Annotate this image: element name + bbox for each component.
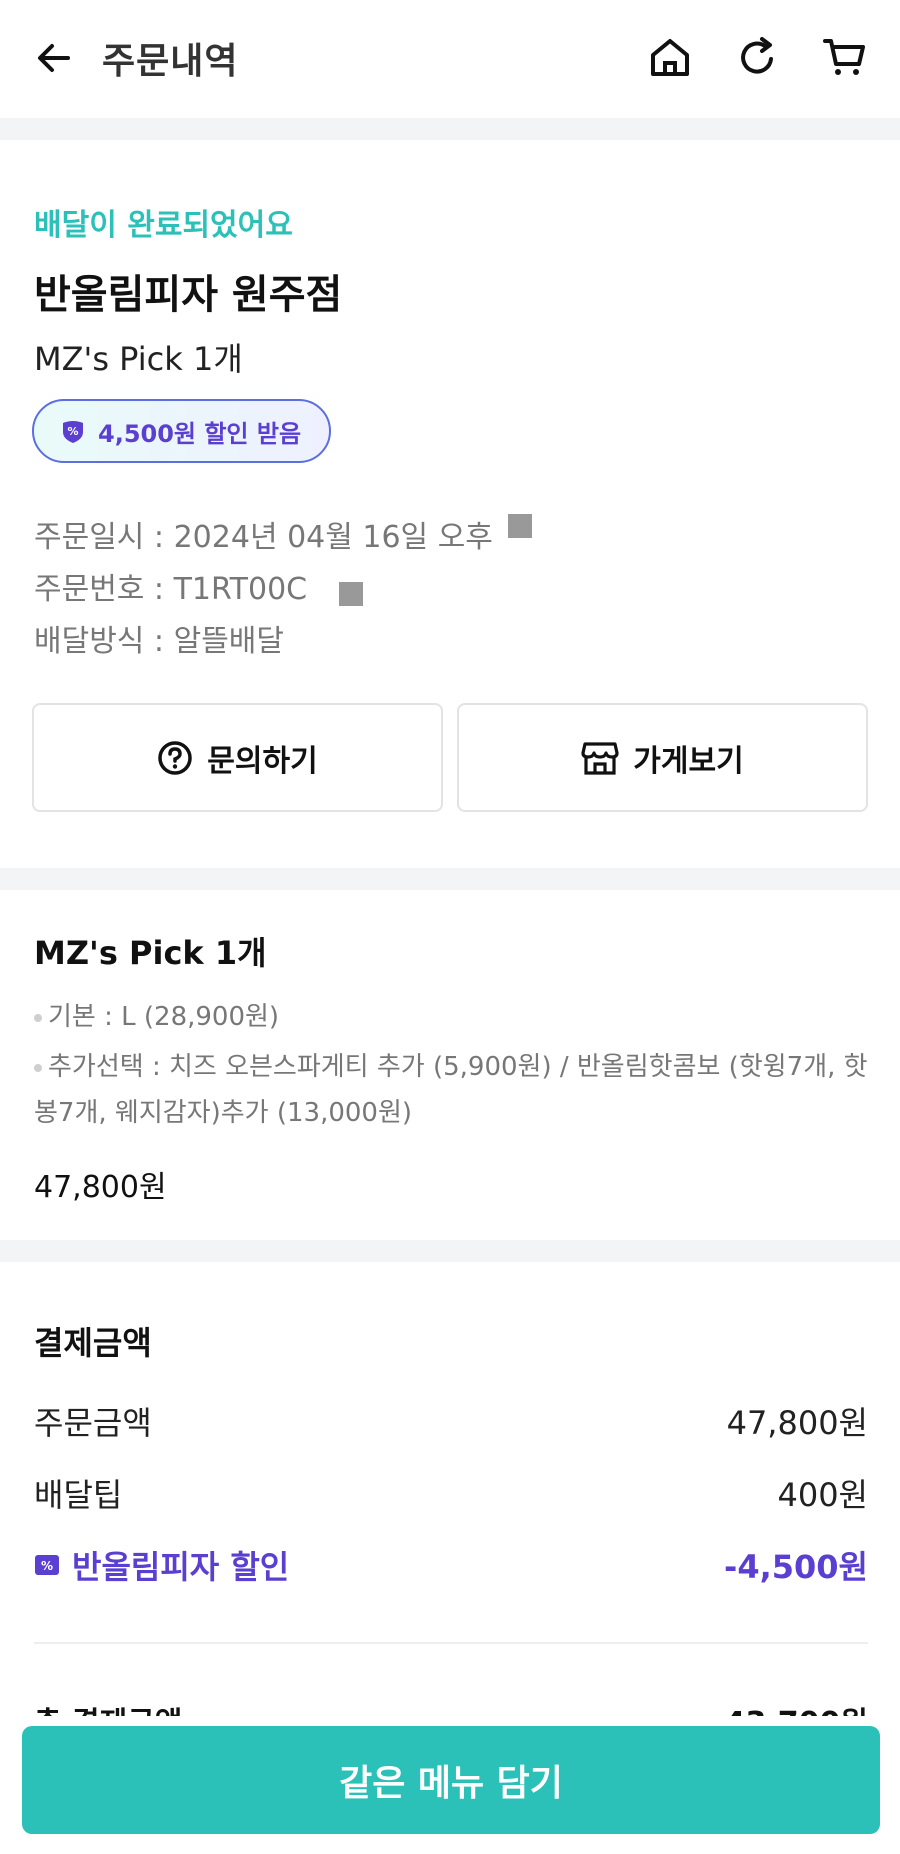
reorder-button[interactable]: 같은 메뉴 담기 xyxy=(22,1726,880,1834)
refresh-icon xyxy=(741,37,773,74)
payment-title: 결제금액 xyxy=(34,1324,152,1362)
discount-label: 반올림피자 할인 xyxy=(72,1548,290,1586)
section-divider xyxy=(0,868,900,890)
delivery-tip-label: 배달팁 xyxy=(34,1476,123,1514)
svg-text:%: % xyxy=(41,1559,53,1573)
top-app-bar: 주문내역 xyxy=(0,0,900,118)
order-date-value: 2024년 04월 16일 오후 xyxy=(173,520,493,555)
home-button[interactable] xyxy=(645,32,695,82)
inquiry-button[interactable]: 문의하기 xyxy=(32,703,443,812)
back-button[interactable] xyxy=(30,34,78,82)
section-divider xyxy=(0,118,900,140)
discount-value: -4,500원 xyxy=(724,1548,868,1586)
menu-option: 추가선택 : 치즈 오븐스파게티 추가 (5,900원) / 반올림핫콤보 (핫… xyxy=(34,1044,874,1136)
inquiry-button-label: 문의하기 xyxy=(207,743,318,779)
svg-text:%: % xyxy=(67,425,78,438)
order-number-row: 주문번호 : T1RT00C xyxy=(34,564,363,608)
store-view-button-label: 가게보기 xyxy=(633,743,744,779)
discount-badge: % 4,500원 할인 받음 xyxy=(32,399,332,463)
question-icon xyxy=(158,740,193,775)
refresh-button[interactable] xyxy=(732,32,782,82)
discount-row: % 반올림피자 할인 -4,500원 xyxy=(34,1542,868,1588)
menu-item-price: 47,800원 xyxy=(34,1170,167,1205)
cart-button[interactable] xyxy=(820,32,870,82)
order-amount-value: 47,800원 xyxy=(726,1404,868,1442)
cart-icon xyxy=(823,39,865,75)
coupon-icon: % xyxy=(35,1555,59,1575)
menu-item-name: MZ's Pick 1개 xyxy=(34,934,267,972)
coupon-icon: % xyxy=(63,421,83,443)
order-date-label: 주문일시 : xyxy=(34,520,174,555)
delivery-status: 배달이 완료되었어요 xyxy=(34,208,293,243)
order-number-value: T1RT00C xyxy=(173,572,308,607)
delivery-method-row: 배달방식 : 알뜰배달 xyxy=(34,616,284,660)
delivery-method-label: 배달방식 : xyxy=(34,624,174,659)
home-icon xyxy=(651,39,689,76)
order-date-row: 주문일시 : 2024년 04월 16일 오후 xyxy=(34,512,533,556)
option-text: 기본 : L (28,900원) xyxy=(48,1002,280,1032)
delivery-method-value: 알뜰배달 xyxy=(173,624,284,659)
store-view-button[interactable]: 가게보기 xyxy=(457,703,868,812)
delivery-tip-value: 400원 xyxy=(777,1476,868,1514)
order-amount-label: 주문금액 xyxy=(34,1404,152,1442)
section-divider xyxy=(0,1240,900,1262)
bullet xyxy=(34,1013,42,1022)
page-title: 주문내역 xyxy=(102,41,239,82)
store-icon xyxy=(581,741,619,775)
bullet xyxy=(34,1063,42,1072)
delivery-tip-row: 배달팁 400원 xyxy=(34,1470,868,1516)
payment-separator xyxy=(34,1642,868,1644)
reorder-button-label: 같은 메뉴 담기 xyxy=(339,1763,563,1804)
arrow-left-icon xyxy=(38,44,70,72)
order-summary: MZ's Pick 1개 xyxy=(34,340,243,378)
menu-option: 기본 : L (28,900원) xyxy=(34,994,874,1040)
redaction-block xyxy=(508,514,533,538)
redaction-block xyxy=(338,581,363,606)
order-amount-row: 주문금액 47,800원 xyxy=(34,1398,868,1444)
option-text: 추가선택 : 치즈 오븐스파게티 추가 (5,900원) / 반올림핫콤보 (핫… xyxy=(34,1052,868,1128)
bottom-action-bar: 같은 메뉴 담기 xyxy=(0,1716,900,1854)
order-number-label: 주문번호 : xyxy=(34,572,174,607)
store-name: 반올림피자 원주점 xyxy=(34,272,343,318)
discount-badge-label: 4,500원 할인 받음 xyxy=(98,419,302,448)
